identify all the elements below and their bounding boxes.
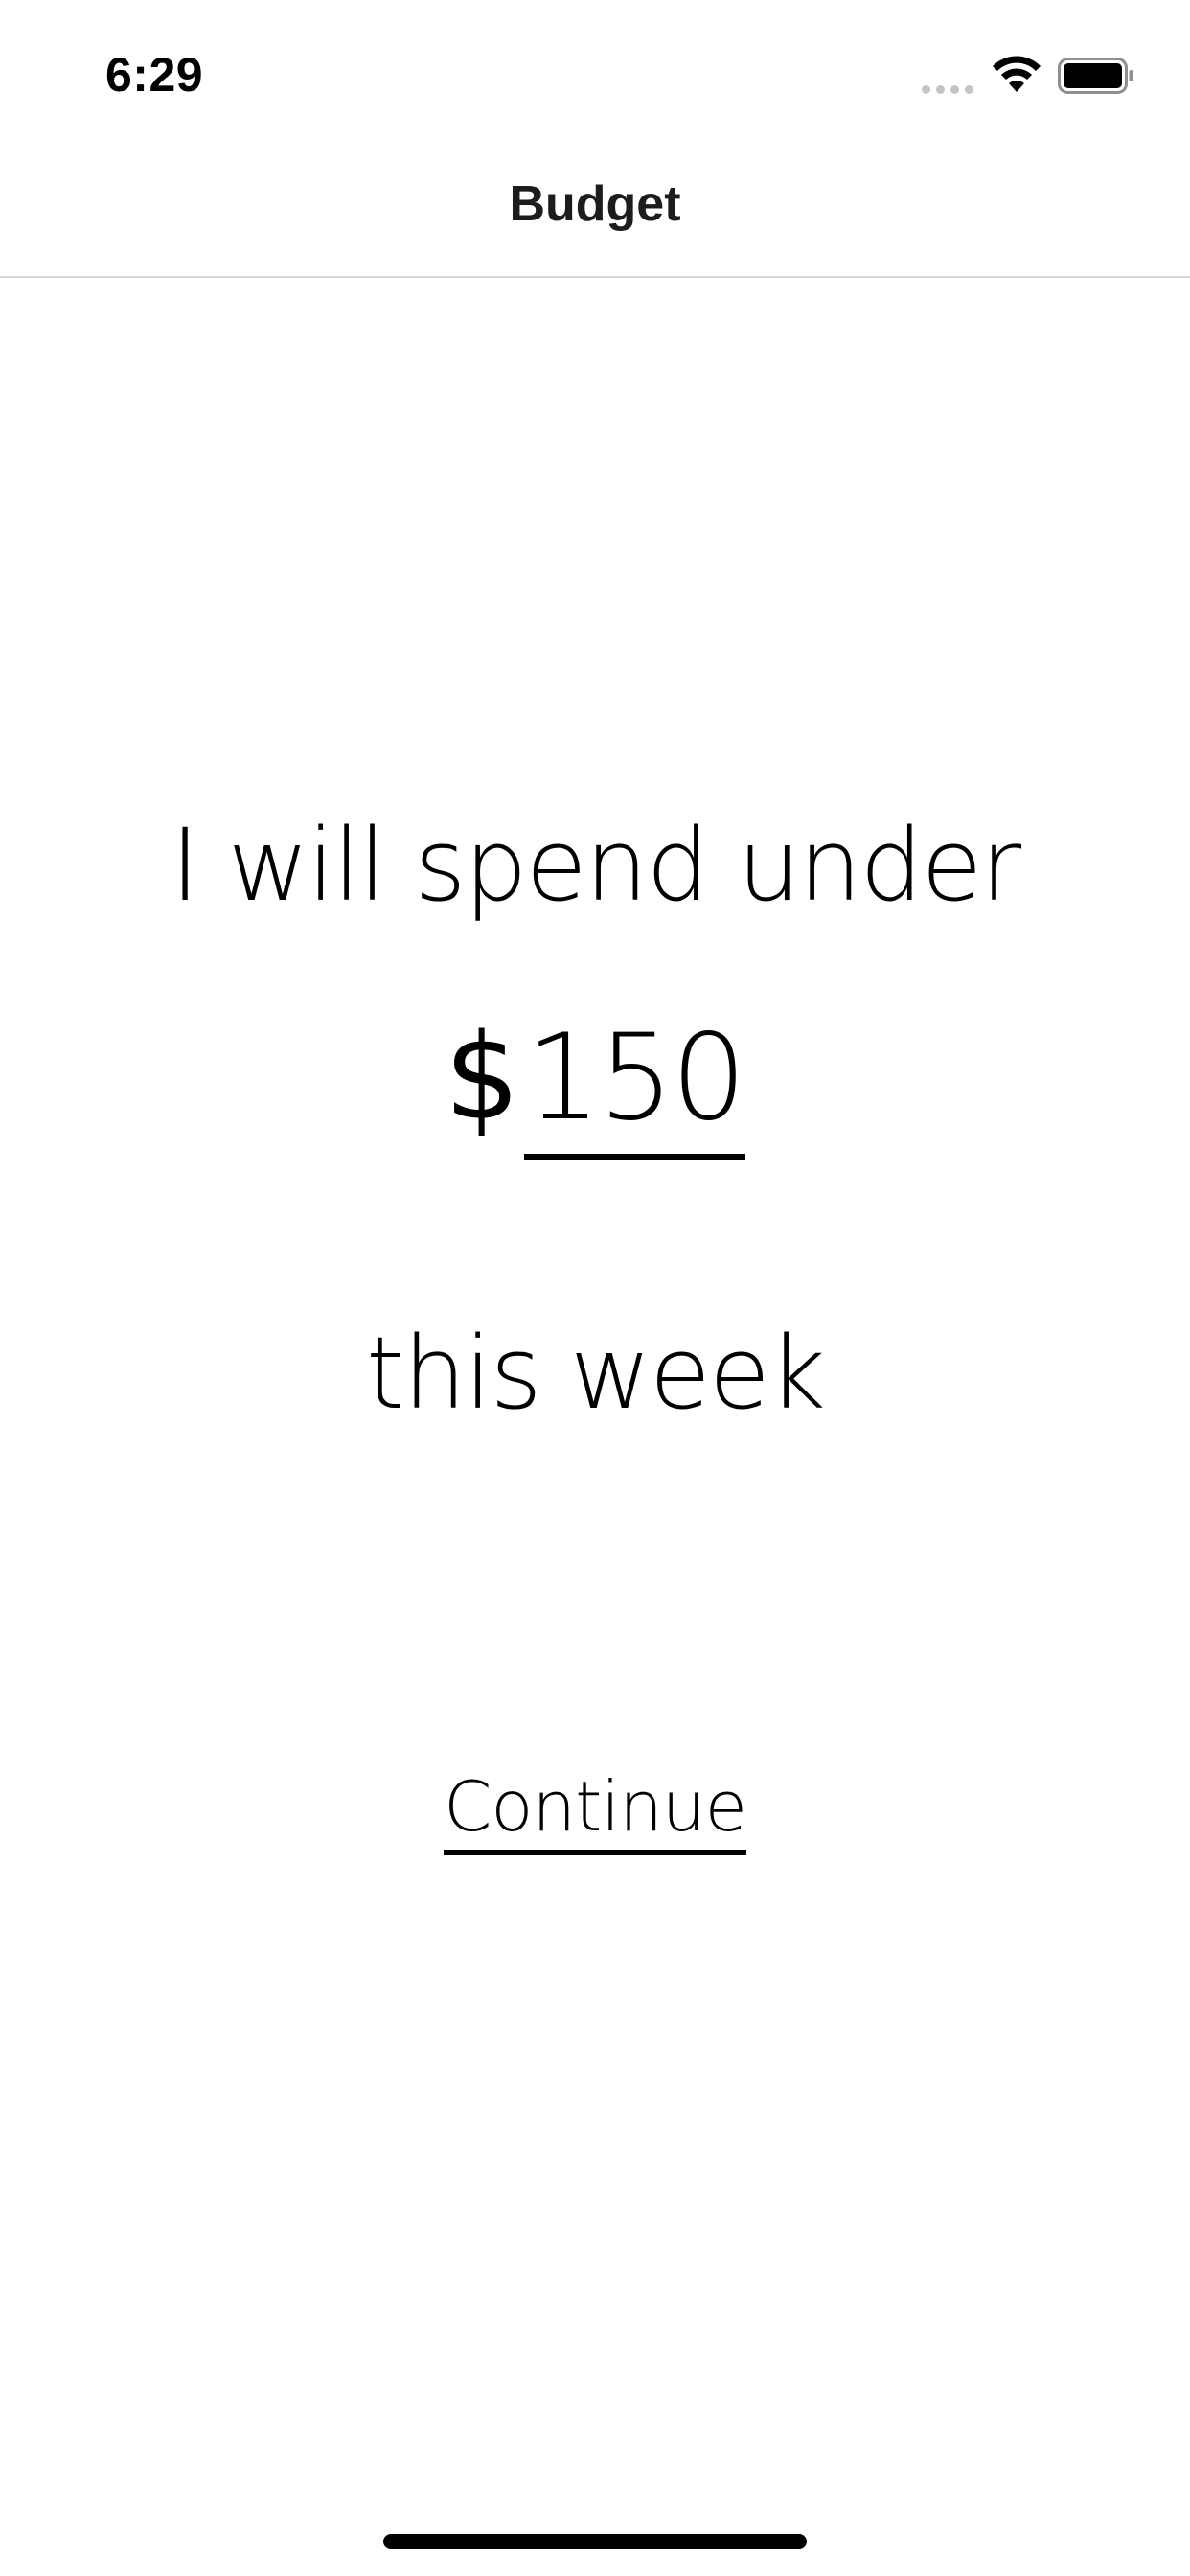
page-title: Budget (509, 176, 681, 232)
navigation-bar: Budget (0, 144, 1190, 278)
status-bar: 6:29 (0, 0, 1190, 144)
continue-label[interactable]: Continue (444, 1763, 747, 1855)
home-indicator (383, 2534, 807, 2549)
budget-amount-input[interactable]: 150 (523, 1006, 746, 1160)
wifi-icon (993, 56, 1041, 92)
budget-period-label: this week (365, 1315, 826, 1432)
cellular-signal-icon (922, 82, 975, 96)
budget-statement-prefix: I will spend under (170, 807, 1021, 924)
battery-icon (1058, 58, 1133, 94)
status-time: 6:29 (105, 48, 204, 102)
continue-button[interactable]: Continue (0, 1763, 1190, 1855)
currency-symbol: $ (444, 1009, 520, 1147)
budget-amount-row: $ 150 (0, 1006, 1190, 1179)
